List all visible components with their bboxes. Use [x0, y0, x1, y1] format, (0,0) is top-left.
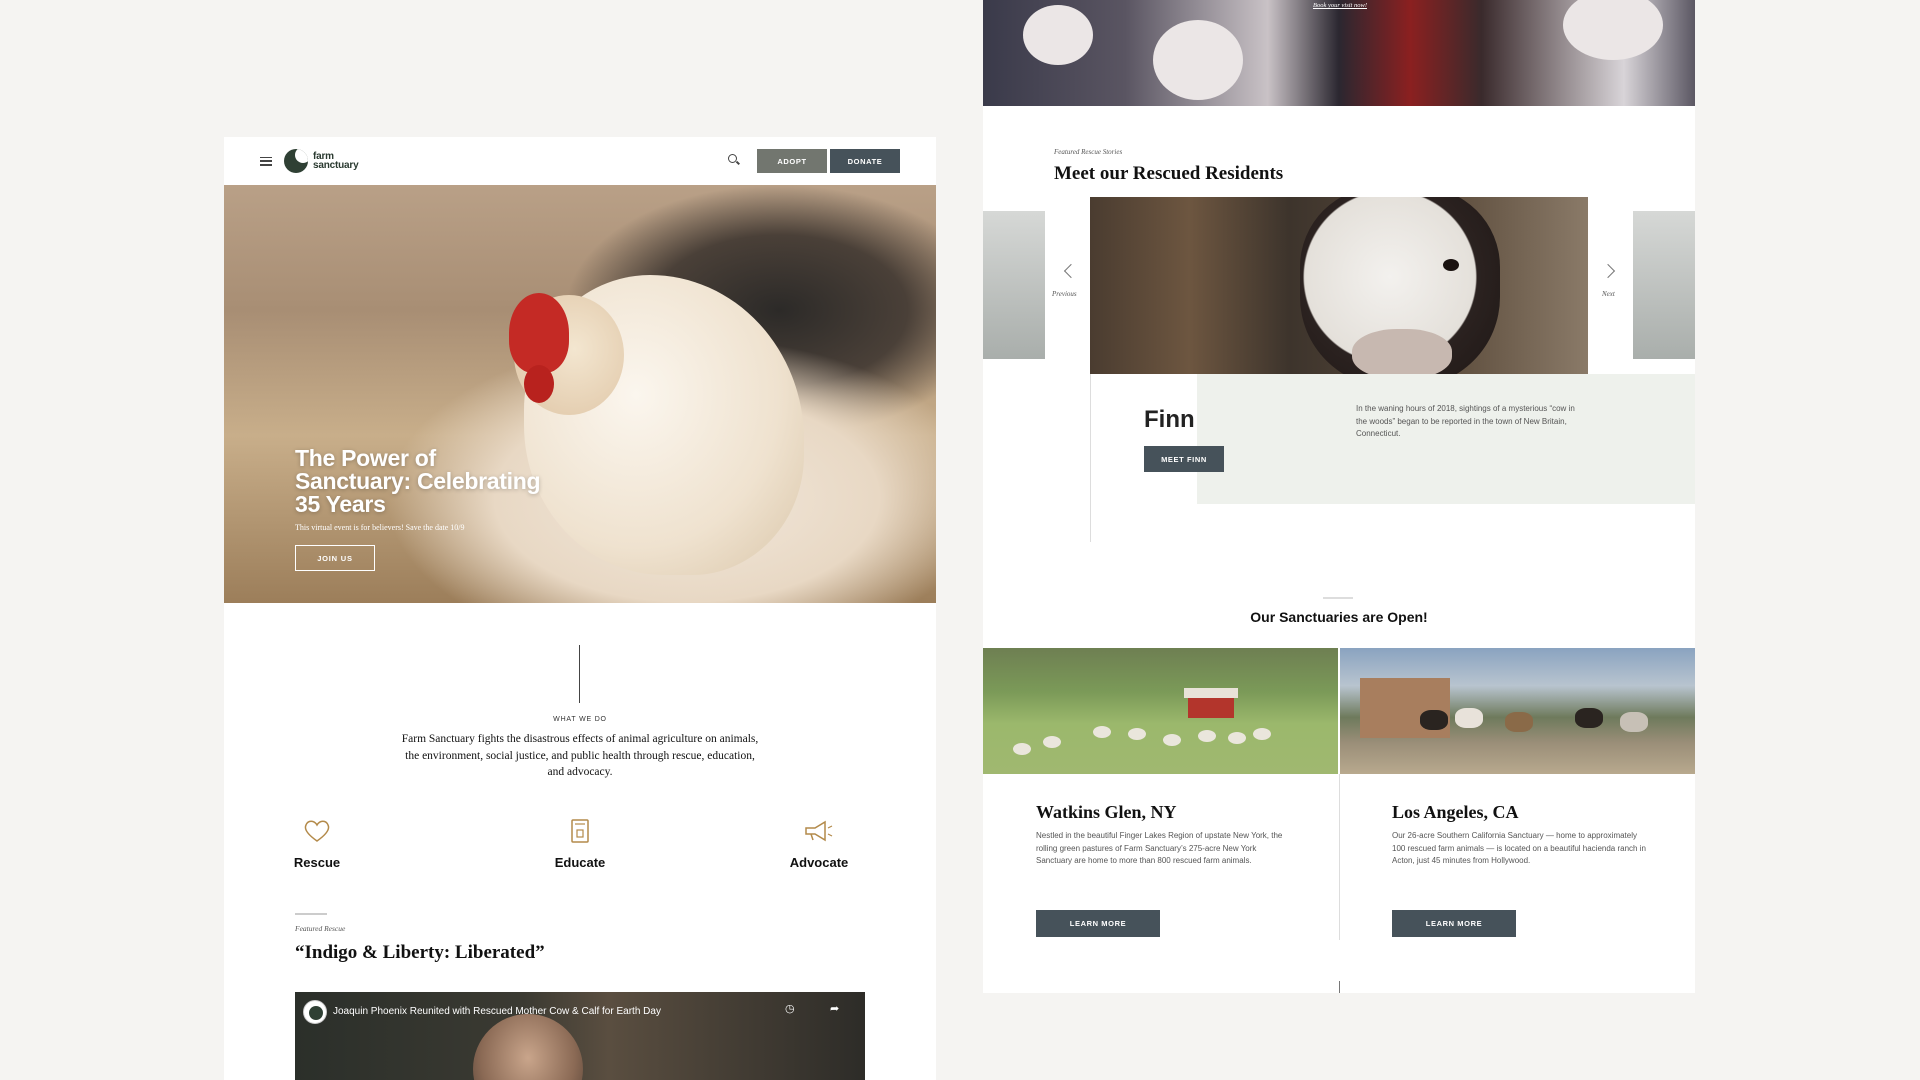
- mission-statement: Farm Sanctuary fights the disastrous eff…: [401, 733, 759, 778]
- sheep: [1043, 736, 1061, 748]
- slide-info-divider: [1090, 374, 1091, 542]
- pillar-advocate[interactable]: Advocate: [759, 817, 879, 870]
- sheep: [1253, 728, 1271, 740]
- previous-label[interactable]: Previous: [1052, 290, 1077, 298]
- residents-kicker: Featured Rescue Stories: [1054, 148, 1123, 156]
- cow: [1455, 708, 1483, 728]
- video-embed[interactable]: Joaquin Phoenix Reunited with Rescued Mo…: [295, 992, 865, 1080]
- cow: [1620, 712, 1648, 732]
- locations-divider: [1339, 774, 1340, 940]
- location-title: Watkins Glen, NY: [1036, 802, 1177, 822]
- sheep: [1198, 730, 1216, 742]
- hero-banner: The Power of Sanctuary: Celebrating 35 Y…: [224, 185, 936, 603]
- location-title: Los Angeles, CA: [1392, 802, 1519, 822]
- sheep: [1013, 743, 1031, 755]
- sheep: [1128, 728, 1146, 740]
- sheep: [1228, 732, 1246, 744]
- section-rule: [1323, 597, 1353, 599]
- book-visit-link[interactable]: Book your visit now!: [1313, 2, 1367, 9]
- chevron-right-icon[interactable]: [1600, 263, 1616, 279]
- featured-kicker: Featured Rescue: [295, 924, 346, 933]
- watch-later-icon[interactable]: ◷: [785, 1002, 795, 1015]
- donate-button[interactable]: DONATE: [830, 149, 900, 173]
- meet-finn-button[interactable]: MEET FINN: [1144, 446, 1224, 472]
- hero-subtitle: This virtual event is for believers! Sav…: [295, 523, 465, 532]
- pillar-label: Advocate: [789, 855, 849, 870]
- featured-rule: [295, 913, 327, 915]
- site-header: farm sanctuary ADOPT DONATE: [224, 137, 936, 185]
- finn-cow-image: [1090, 197, 1588, 374]
- section-divider-line: [579, 645, 580, 703]
- visit-banner-image: Book your visit now!: [983, 0, 1695, 106]
- what-we-do-label: WHAT WE DO: [553, 716, 607, 723]
- video-thumbnail-face: [473, 1014, 583, 1080]
- barn-shape: [1184, 688, 1238, 718]
- adopt-button[interactable]: ADOPT: [757, 149, 827, 173]
- hamburger-icon[interactable]: [260, 156, 272, 166]
- location-description: Our 26-acre Southern California Sanctuar…: [1392, 831, 1646, 865]
- resident-description: In the waning hours of 2018, sightings o…: [1356, 404, 1575, 438]
- residents-title: Meet our Rescued Residents: [1054, 163, 1284, 184]
- sheep: [1093, 726, 1111, 738]
- hero-chicken-wattle: [524, 365, 554, 403]
- bottom-tick: [1339, 981, 1340, 993]
- video-title[interactable]: Joaquin Phoenix Reunited with Rescued Mo…: [333, 1006, 661, 1017]
- featured-title: “Indigo & Liberty: Liberated”: [295, 942, 545, 963]
- homepage-mobile-panel: farm sanctuary ADOPT DONATE The Power of…: [224, 137, 936, 1080]
- sheep: [1163, 734, 1181, 746]
- pillar-rescue[interactable]: Rescue: [257, 817, 377, 870]
- logo-mark-icon: [284, 149, 308, 173]
- learn-more-la-button[interactable]: LEARN MORE: [1392, 910, 1516, 937]
- learn-more-watkins-button[interactable]: LEARN MORE: [1036, 910, 1160, 937]
- prev-slide-image[interactable]: [983, 211, 1045, 359]
- cow: [1575, 708, 1603, 728]
- logo-text: farm sanctuary: [313, 152, 359, 171]
- cow: [1505, 712, 1533, 732]
- location-description: Nestled in the beautiful Finger Lakes Re…: [1036, 831, 1283, 865]
- search-icon[interactable]: [728, 154, 737, 163]
- hero-title: The Power of Sanctuary: Celebrating 35 Y…: [295, 445, 541, 517]
- share-icon[interactable]: ➦: [830, 1002, 839, 1015]
- site-logo[interactable]: farm sanctuary: [284, 149, 359, 173]
- join-us-button[interactable]: JOIN US: [295, 545, 375, 571]
- resident-name: Finn: [1144, 406, 1195, 433]
- los-angeles-image[interactable]: [1340, 648, 1695, 774]
- cow: [1420, 710, 1448, 730]
- banner-hen: [1563, 0, 1663, 60]
- hero-chicken-comb: [509, 293, 569, 373]
- cow-nose: [1352, 329, 1452, 374]
- channel-avatar-icon[interactable]: [303, 1000, 327, 1024]
- watkins-glen-image[interactable]: [983, 648, 1338, 774]
- logo-line-2: sanctuary: [313, 160, 359, 171]
- pillar-educate[interactable]: Educate: [520, 817, 640, 870]
- banner-hen: [1153, 20, 1243, 100]
- cow-eye: [1443, 259, 1459, 271]
- heart-icon: [257, 817, 377, 845]
- pillar-label: Educate: [554, 855, 606, 870]
- megaphone-icon: [759, 817, 879, 845]
- sanctuaries-title: Our Sanctuaries are Open!: [1250, 609, 1428, 625]
- book-icon: [520, 817, 640, 845]
- homepage-desktop-panel: Book your visit now! Featured Rescue Sto…: [983, 0, 1695, 993]
- next-label[interactable]: Next: [1602, 290, 1615, 298]
- pillar-label: Rescue: [293, 855, 341, 870]
- banner-hen: [1023, 5, 1093, 65]
- next-slide-image[interactable]: [1633, 211, 1695, 359]
- chevron-left-icon[interactable]: [1063, 263, 1079, 279]
